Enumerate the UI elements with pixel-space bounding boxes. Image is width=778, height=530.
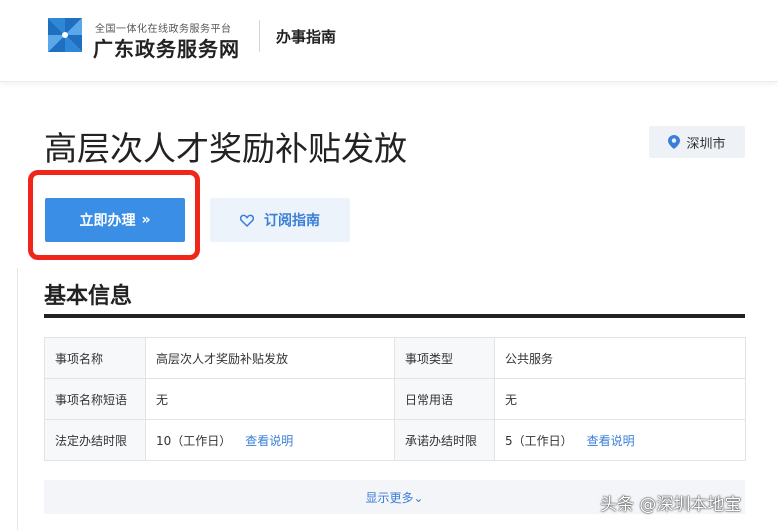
subscribe-guide-button[interactable]: 订阅指南: [210, 198, 350, 242]
header-divider: [259, 20, 260, 52]
table-row: 事项名称 高层次人才奖励补贴发放 事项类型 公共服务: [44, 337, 746, 379]
header-section-title: 办事指南: [276, 28, 337, 46]
basic-info-table: 事项名称 高层次人才奖励补贴发放 事项类型 公共服务 事项名称短语 无 日常用语…: [44, 337, 746, 461]
logo-title[interactable]: 广东政务服务网: [93, 33, 240, 62]
field-value: 10（工作日）: [156, 433, 232, 448]
pinwheel-icon[interactable]: [44, 14, 86, 56]
field-value: 无: [145, 378, 395, 420]
field-value: 5（工作日）: [505, 433, 573, 448]
location-label: 深圳市: [686, 136, 726, 152]
subscribe-guide-label: 订阅指南: [264, 213, 320, 229]
field-label: 事项名称: [44, 337, 146, 379]
double-chevron-right-icon: »: [141, 212, 151, 228]
table-row: 事项名称短语 无 日常用语 无: [44, 378, 746, 420]
field-value-cell: 5（工作日） 查看说明: [494, 419, 746, 461]
table-row: 法定办结时限 10（工作日） 查看说明 承诺办结时限 5（工作日） 查看说明: [44, 419, 746, 461]
map-pin-icon: [668, 135, 681, 149]
field-label: 日常用语: [394, 378, 495, 420]
heart-icon: [240, 214, 254, 227]
field-label: 承诺办结时限: [394, 419, 495, 461]
section-title-basic-info: 基本信息: [44, 284, 133, 309]
content-left-rule: [17, 268, 18, 530]
section-title-underline: [44, 314, 745, 318]
site-header: 全国一体化在线政务服务平台 广东政务服务网 办事指南: [0, 0, 778, 82]
field-label: 事项名称短语: [44, 378, 146, 420]
watermark: 头条 @深圳本地宝: [600, 495, 742, 515]
view-explanation-link[interactable]: 查看说明: [587, 434, 635, 448]
apply-now-button[interactable]: 立即办理 »: [45, 198, 185, 242]
field-value: 无: [494, 378, 746, 420]
field-label: 法定办结时限: [44, 419, 146, 461]
page-title: 高层次人才奖励补贴发放: [44, 129, 407, 168]
field-value: 公共服务: [494, 337, 746, 379]
view-explanation-link[interactable]: 查看说明: [245, 434, 293, 448]
field-label: 事项类型: [394, 337, 495, 379]
show-more-link[interactable]: 显示更多⌄: [365, 489, 423, 506]
field-value-cell: 10（工作日） 查看说明: [145, 419, 395, 461]
apply-now-label: 立即办理: [79, 213, 136, 229]
location-selector[interactable]: 深圳市: [649, 126, 745, 158]
field-value: 高层次人才奖励补贴发放: [145, 337, 395, 379]
show-more-label: 显示更多: [365, 490, 414, 505]
chevron-down-icon: ⌄: [413, 490, 424, 505]
